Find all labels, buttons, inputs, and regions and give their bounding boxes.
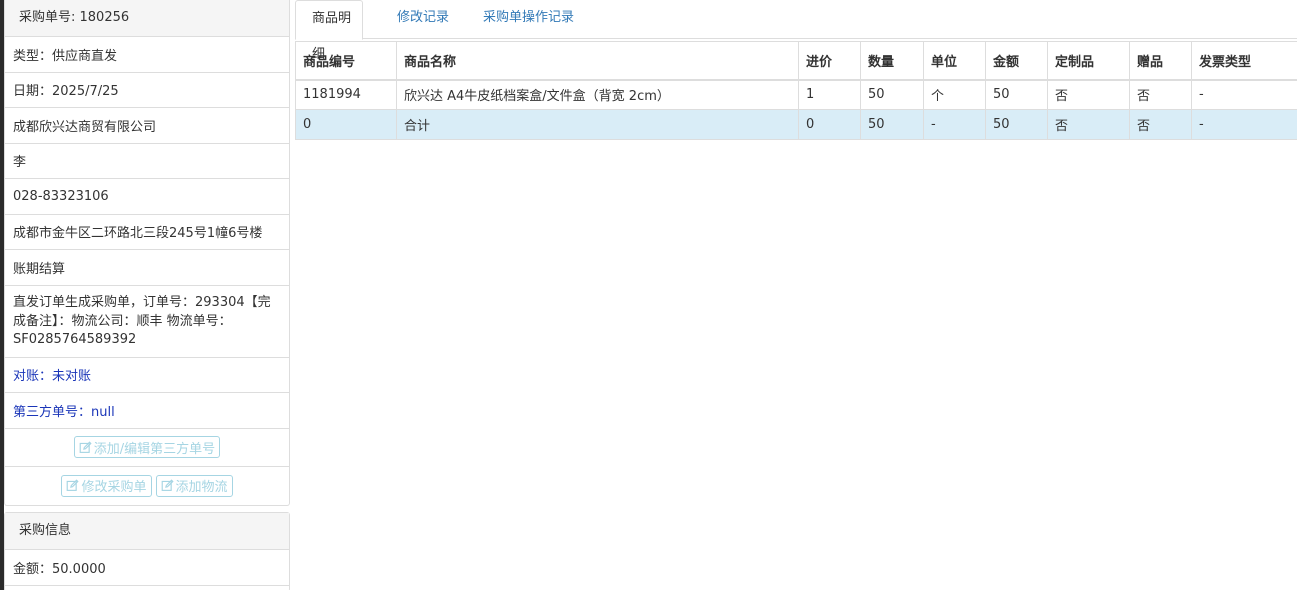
column-header[interactable]: 单位 [923,41,986,81]
edit-third-party-button[interactable]: 添加/编辑第三方单号 [73,436,221,458]
reconcile-status: 对账：未对账 [5,358,289,393]
table-total-row: 0 合计 0 50 - 50 否 否 - [295,109,1297,140]
third-party-actions: 添加/编辑第三方单号 [5,429,289,467]
purchase-info-panel: 采购信息 金额：50.0000 [4,512,290,590]
cell-item-code: 0 [295,109,397,140]
contact-name: 李 [5,144,289,179]
column-header[interactable]: 数量 [860,41,924,81]
cell-custom: 否 [1047,79,1130,110]
third-party-number: 第三方单号：null [5,393,289,429]
cell-amount: 50 [985,109,1048,140]
item-table: 商品编号 商品名称 进价 数量 单位 金额 定制品 赠品 发票类型 118199… [295,41,1297,140]
cell-unit: 个 [923,79,986,110]
order-panel: 采购单号: 180256 类型：供应商直发 日期：2025/7/25 成都欣兴达… [4,0,290,506]
edit-icon [79,440,92,453]
cell-unit: - [923,109,986,140]
order-sidebar: 采购单号: 180256 类型：供应商直发 日期：2025/7/25 成都欣兴达… [4,0,290,590]
cell-item-code: 1181994 [295,79,397,110]
supplier-address: 成都市金牛区二环路北三段245号1幢6号楼 [5,215,289,250]
order-actions: 修改采购单 添加物流 [5,467,289,505]
cell-amount: 50 [985,79,1048,110]
cell-item-name: 欣兴达 A4牛皮纸档案盒/文件盒（背宽 2cm） [396,79,799,110]
add-logistics-label: 添加物流 [175,480,228,495]
cell-quantity: 50 [860,109,924,140]
payment-terms: 账期结算 [5,250,289,286]
column-header[interactable]: 商品编号 [295,41,397,81]
cell-price: 1 [798,79,861,110]
table-header-row: 商品编号 商品名称 进价 数量 单位 金额 定制品 赠品 发票类型 [295,41,1297,81]
edit-order-label: 修改采购单 [81,480,147,495]
column-header[interactable]: 金额 [985,41,1048,81]
edit-icon [161,479,174,491]
contact-phone: 028-83323106 [5,179,289,215]
cell-custom: 否 [1047,109,1130,140]
cell-gift: 否 [1129,109,1192,140]
cell-item-name: 合计 [396,109,799,140]
detail-area: 商品明细 修改记录 采购单操作记录 商品编号 商品名称 进价 数量 单位 金额 … [295,0,1297,140]
add-logistics-button[interactable]: 添加物流 [155,474,233,497]
order-date: 日期：2025/7/25 [5,73,289,108]
order-type: 类型：供应商直发 [5,37,289,73]
purchase-info-heading: 采购信息 [5,513,289,550]
supplier-name: 成都欣兴达商贸有限公司 [5,108,289,144]
cell-invoice-type: - [1191,109,1297,140]
column-header[interactable]: 发票类型 [1191,41,1297,81]
tab-operation-log[interactable]: 采购单操作记录 [483,0,574,39]
cell-quantity: 50 [860,79,924,110]
column-header[interactable]: 定制品 [1047,41,1130,81]
edit-third-party-label: 添加/编辑第三方单号 [93,441,216,457]
cell-price: 0 [798,109,861,140]
edit-order-button[interactable]: 修改采购单 [61,474,152,497]
order-number-heading: 采购单号: 180256 [5,0,289,37]
tab-item-details[interactable]: 商品明细 [295,0,363,62]
column-header[interactable]: 商品名称 [396,41,799,81]
detail-tabs: 商品明细 修改记录 采购单操作记录 [295,0,1297,62]
tab-change-log[interactable]: 修改记录 [397,0,449,39]
cell-invoice-type: - [1191,79,1297,110]
cell-gift: 否 [1129,79,1192,110]
purchase-amount: 金额：50.0000 [5,550,289,586]
order-remark: 直发订单生成采购单，订单号：293304【完成备注】：物流公司：顺丰 物流单号：… [5,286,289,358]
column-header[interactable]: 进价 [798,41,861,81]
column-header[interactable]: 赠品 [1129,41,1192,81]
edit-icon [67,479,80,491]
table-row[interactable]: 1181994 欣兴达 A4牛皮纸档案盒/文件盒（背宽 2cm） 1 50 个 … [295,79,1297,110]
